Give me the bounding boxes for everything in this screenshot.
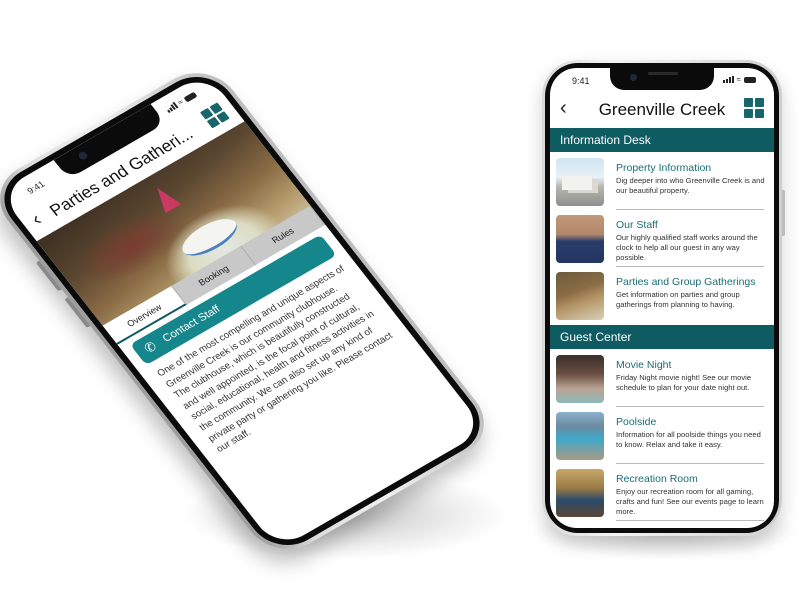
divider bbox=[616, 266, 764, 267]
recreation-thumbnail bbox=[556, 469, 604, 517]
status-icons: ≈ bbox=[164, 91, 198, 114]
wifi-icon: ≈ bbox=[175, 97, 186, 107]
battery-icon bbox=[744, 77, 756, 83]
back-chevron-icon[interactable]: ‹ bbox=[27, 209, 46, 230]
right-phone: 9:41 ≈ ‹ Greenville Creek Information De… bbox=[542, 60, 785, 536]
status-icons: ≈ bbox=[722, 75, 756, 84]
item-title: Property Information bbox=[616, 162, 712, 174]
status-bar: 9:41 ≈ bbox=[550, 68, 774, 92]
party-hat-shape bbox=[149, 183, 182, 214]
item-title: Movie Night bbox=[616, 359, 672, 371]
item-title: Recreation Room bbox=[616, 473, 698, 485]
movie-thumbnail bbox=[556, 355, 604, 403]
right-phone-screen: 9:41 ≈ ‹ Greenville Creek Information De… bbox=[550, 68, 774, 528]
item-title: Poolside bbox=[616, 416, 657, 428]
divider bbox=[616, 209, 764, 210]
grid-menu-icon[interactable] bbox=[744, 98, 764, 118]
grid-menu-icon[interactable] bbox=[199, 102, 230, 129]
divider bbox=[616, 463, 764, 464]
divider bbox=[616, 520, 764, 521]
item-title: Parties and Group Gatherings bbox=[616, 276, 756, 288]
wifi-icon: ≈ bbox=[736, 75, 741, 84]
party-thumbnail bbox=[556, 272, 604, 320]
list-item-parties-gatherings[interactable]: Parties and Group Gatherings Get informa… bbox=[550, 268, 774, 324]
page-title: Greenville Creek bbox=[598, 100, 726, 119]
list-item-our-staff[interactable]: Our Staff Our highly qualified staff wor… bbox=[550, 211, 774, 267]
list-item-poolside[interactable]: Poolside Information for all poolside th… bbox=[550, 408, 774, 464]
item-description: Friday Night movie night! See our movie … bbox=[616, 373, 752, 392]
phone-icon: ✆ bbox=[140, 338, 160, 356]
item-title: Our Staff bbox=[616, 219, 658, 231]
item-description: Dig deeper into who Greenville Creek is … bbox=[616, 176, 765, 195]
staff-thumbnail bbox=[556, 215, 604, 263]
list-item-property-information[interactable]: Property Information Dig deeper into who… bbox=[550, 154, 774, 210]
side-button bbox=[782, 190, 785, 236]
item-description: Enjoy our recreation room for all gaming… bbox=[616, 487, 764, 516]
status-time: 9:41 bbox=[572, 76, 590, 86]
list-item-recreation-room[interactable]: Recreation Room Enjoy our recreation roo… bbox=[550, 465, 774, 521]
app-header: ‹ Greenville Creek bbox=[550, 94, 774, 124]
signal-icon bbox=[164, 102, 179, 114]
status-time: 9:41 bbox=[25, 179, 47, 196]
list-item-movie-night[interactable]: Movie Night Friday Night movie night! Se… bbox=[550, 351, 774, 407]
section-header-guest-center: Guest Center bbox=[550, 325, 774, 349]
divider bbox=[616, 406, 764, 407]
property-thumbnail bbox=[556, 158, 604, 206]
item-description: Get information on parties and group gat… bbox=[616, 290, 740, 309]
item-description: Information for all poolside things you … bbox=[616, 430, 761, 449]
pool-thumbnail bbox=[556, 412, 604, 460]
section-header-information-desk: Information Desk bbox=[550, 128, 774, 152]
camera-icon bbox=[77, 150, 89, 161]
item-description: Our highly qualified staff works around … bbox=[616, 233, 758, 262]
signal-icon bbox=[722, 76, 734, 83]
battery-icon bbox=[183, 91, 198, 103]
mockup-stage: 9:41 ≈ ‹ Parties and Gatheri... Overview… bbox=[0, 0, 800, 600]
